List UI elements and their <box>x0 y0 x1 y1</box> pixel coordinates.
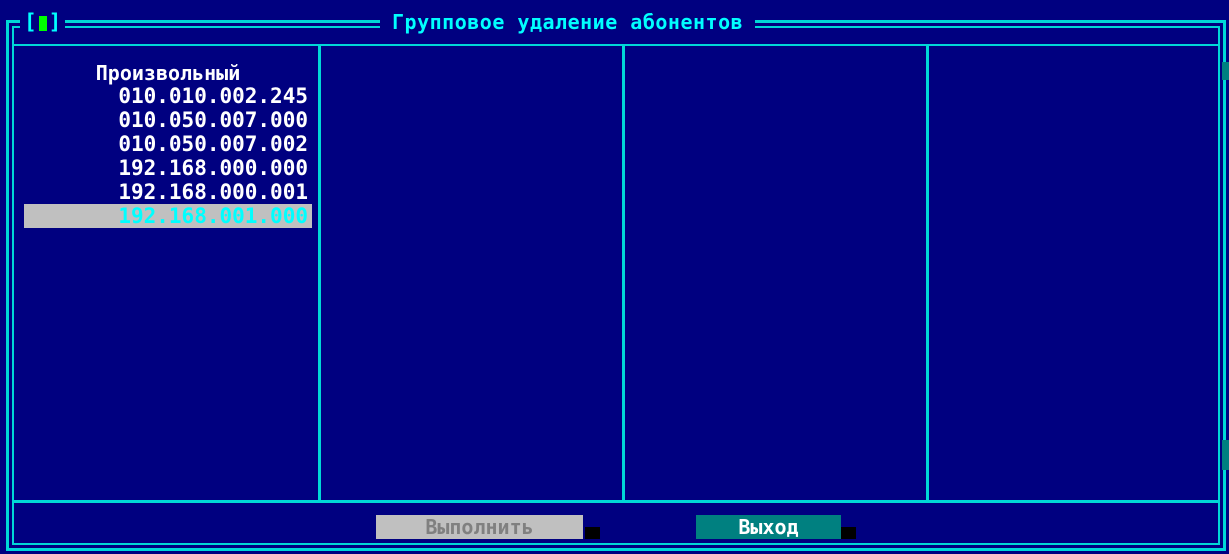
list-item[interactable]: 192.168.000.001 <box>24 180 312 204</box>
close-bracket-right: ] <box>48 10 62 34</box>
list-item-selected[interactable]: 192.168.001.000 <box>24 204 312 228</box>
bottom-divider <box>14 500 1218 503</box>
list-header: Произвольный <box>95 61 241 85</box>
run-button[interactable]: Выполнить <box>376 515 583 539</box>
column-divider-3 <box>926 46 929 502</box>
list-item[interactable]: 010.050.007.002 <box>24 132 312 156</box>
run-button-shadow <box>585 527 600 539</box>
list-item[interactable]: 192.168.000.000 <box>24 156 312 180</box>
dialog-window: [] Групповое удаление абонентов Произвол… <box>0 0 1229 554</box>
subscriber-list: Произвольный 010.010.002.245 010.050.007… <box>24 62 312 228</box>
window-title: Групповое удаление абонентов <box>380 8 756 36</box>
close-bracket-left: [ <box>24 10 37 34</box>
exit-button[interactable]: Выход <box>696 515 841 539</box>
close-button[interactable]: [] <box>20 8 66 36</box>
exit-button-shadow <box>841 527 856 539</box>
top-divider <box>14 44 1218 46</box>
list-item[interactable]: 010.050.007.000 <box>24 108 312 132</box>
list-item[interactable]: 010.010.002.245 <box>24 84 312 108</box>
column-divider-2 <box>622 46 625 502</box>
column-divider-1 <box>318 46 321 502</box>
close-icon <box>38 16 47 31</box>
scroll-up-marker[interactable] <box>1222 62 1229 80</box>
scroll-down-marker[interactable] <box>1222 440 1229 470</box>
